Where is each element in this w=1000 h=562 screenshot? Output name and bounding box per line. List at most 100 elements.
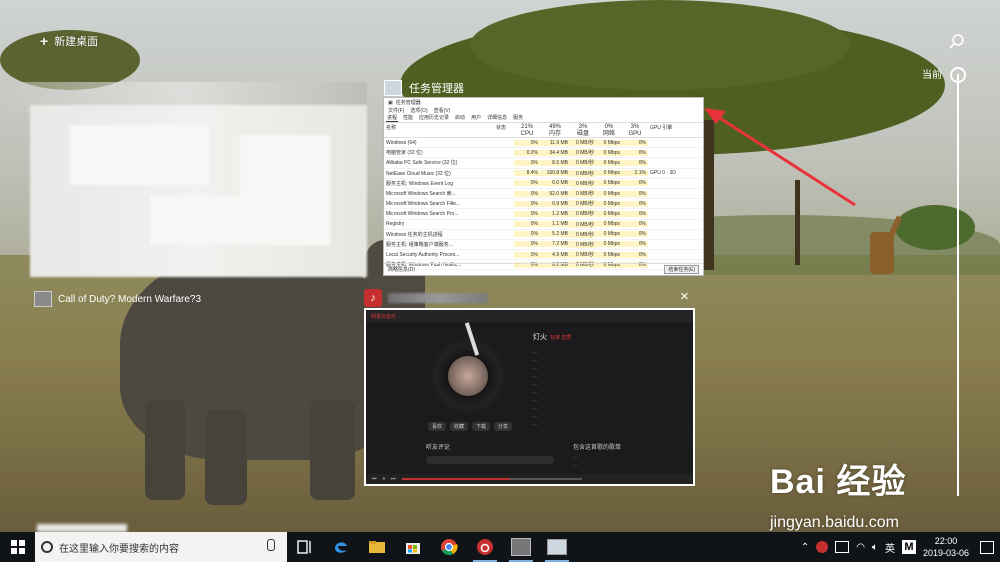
col-header-mem-pct: 49% [548,124,561,130]
taskbar-netease-music[interactable] [467,532,503,562]
tm-tab[interactable]: 启动 [454,114,466,122]
tm-tab[interactable]: 用户 [470,114,482,122]
wifi-icon[interactable]: ◠ [856,542,865,553]
netease-tray-icon[interactable] [816,541,829,553]
process-mem: 4.9 MB [540,251,570,258]
col-header-net[interactable]: 0% 网络 [596,123,622,137]
col-header-net-pct: 0% [604,124,614,130]
window-thumbnail-game[interactable] [30,105,367,277]
lyric-line: ... [533,389,538,395]
window-thumbnail-music[interactable]: 网易云音乐 喜欢 收藏 下载 分享 灯火 标准 音质 ..............… [364,308,695,486]
col-header-status[interactable]: 状态 [494,123,514,137]
tm-menu-item[interactable]: 选项(O) [410,107,427,114]
share-button[interactable]: 分享 [494,422,513,431]
col-header-cpu[interactable]: 21% CPU [514,123,540,137]
col-header-disk[interactable]: 3% 磁盘 [570,123,596,137]
chrome-icon [441,539,458,556]
tm-menu-item[interactable]: 查看(V) [434,107,451,114]
similar-playlist-list[interactable]: ... ... [573,453,653,469]
collect-button[interactable]: 收藏 [450,422,469,431]
lyric-line: ... [533,357,538,363]
window-caption-music[interactable]: ♪ [364,288,695,308]
end-task-button[interactable]: 结束任务(E) [664,265,699,274]
download-button[interactable]: 下载 [472,422,491,431]
col-header-disk-pct: 3% [578,124,588,130]
blurred-block [70,125,210,185]
microphone-icon[interactable] [267,539,275,551]
tm-tab[interactable]: 详细信息 [486,114,508,122]
tm-process-row[interactable]: Microsoft Windows Search Filte... 0% 0.9 M… [384,199,703,210]
tm-process-row[interactable]: 服务主机: 组策略客户端服务... 0% 7.2 MB 0 MB/秒 0 Mbps 0% [384,240,703,251]
input-language[interactable]: 英 [885,540,895,555]
new-desktop-button[interactable]: + 新建桌面 [40,33,98,49]
cortana-icon [41,541,53,553]
taskbar-store[interactable] [395,532,431,562]
fewer-details-link[interactable]: 简略信息(D) [388,266,415,273]
tm-process-row[interactable]: Microsoft Windows Search 索... 0% 92.0 MB 0 … [384,189,703,200]
window-caption-game[interactable]: Call of Duty? Modern Warfare?3 [34,291,201,307]
taskbar-file-explorer[interactable] [359,532,395,562]
process-cpu: 0% [514,200,540,207]
process-net: 0 Mbps [596,200,622,207]
progress-bar[interactable] [401,478,582,480]
close-icon[interactable]: × [680,289,689,304]
tm-process-row[interactable]: 电脑管家 (32 位) 0.2% 34.4 MB 0 MB/秒 0 Mbps 0% [384,148,703,159]
prev-icon[interactable]: ⏮ [372,476,377,482]
timeline-scrollbar[interactable] [957,74,959,496]
taskbar-chrome[interactable] [431,532,467,562]
pause-icon[interactable]: ⏸ [383,476,386,482]
task-view-button[interactable] [287,532,323,562]
col-header-name[interactable]: 名称 [384,123,494,137]
notification-icon[interactable] [980,540,994,554]
process-name: Microsoft Windows Search 索... [386,191,456,198]
tm-tabs: 进程 性能 应用历史记录 启动 用户 详细信息 服务 [384,114,703,123]
taskbar-task-manager[interactable] [539,532,575,562]
tm-process-row[interactable]: Windows 任务的主机进程 0% 5.2 MB 0 MB/秒 0 Mbps 0% [384,230,703,240]
next-icon[interactable]: ⏭ [391,476,396,482]
watermark-text: Bai 经验 [770,463,907,501]
process-disk: 0 MB/秒 [570,190,596,198]
col-header-gpu-engine[interactable]: GPU 引擎 [648,123,703,137]
tm-tab[interactable]: 进程 [386,114,399,122]
tm-process-row[interactable]: Alibaba PC Safe Service (32 位) 0% 8.6 MB 0 … [384,158,703,169]
taskbar-game[interactable] [503,532,539,562]
process-disk: 0 MB/秒 [570,149,596,157]
tray-app-icon[interactable] [835,541,850,553]
tm-process-row[interactable]: Registry 0% 1.1 MB 0 MB/秒 0 Mbps 0% [384,220,703,230]
tm-tab[interactable]: 性能 [402,114,414,122]
tm-tab[interactable]: 应用历史记录 [418,114,450,122]
col-header-gpu[interactable]: 3% GPU [622,123,648,137]
taskbar-edge[interactable] [323,532,359,562]
col-header-mem[interactable]: 49% 内存 [540,123,570,137]
like-button[interactable]: 喜欢 [428,422,447,431]
tm-process-list: Windows (64) 0% 11.9 MB 0 MB/秒 0 Mbps 0% 电脑管家 … [384,138,703,271]
giraffe [870,232,894,274]
clock-date: 2019-03-06 [922,548,969,558]
windows-logo-icon [10,540,25,554]
tm-process-row[interactable]: Windows (64) 0% 11.9 MB 0 MB/秒 0 Mbps 0% [384,138,703,149]
window-thumbnail-task-manager[interactable]: ▣ 任务管理器 文件(F) 选项(O) 查看(V) 进程 性能 应用历史记录 启… [383,97,704,276]
tm-process-row[interactable]: 服务主机: Windows Event Log 0% 6.0 MB 0 MB/秒 0 M… [384,179,703,189]
ime-badge[interactable]: M [901,540,916,554]
chevron-up-icon[interactable]: ⌃ [801,542,809,553]
clock[interactable]: 22:00 2019-03-06 [923,535,969,559]
window-caption-task-manager[interactable]: 任务管理器 [384,80,464,96]
tm-process-row[interactable]: Local Security Authority Proces... 0% 4.9 … [384,250,703,261]
process-disk: 0 MB/秒 [570,230,596,238]
timeline-knob[interactable] [950,67,966,83]
tm-menu-item[interactable]: 文件(F) [388,107,404,114]
start-button[interactable] [0,532,35,562]
tm-process-row[interactable]: NetEase Cloud Music (32 位) 8.4% 160.8 MB 0 … [384,169,703,179]
col-header-disk-label: 磁盘 [576,130,589,137]
lyric-line: ... [533,349,538,355]
similar-playlist-item[interactable]: ... [573,453,653,461]
volume-icon[interactable]: 🔈︎ [872,542,878,553]
search-icon[interactable] [948,33,966,51]
similar-playlist-item[interactable]: ... [573,461,653,469]
process-cpu: 0% [514,139,540,146]
tm-process-row[interactable]: Microsoft Windows Search Pro... 0% 1.2 MB 0… [384,209,703,220]
process-net: 0 Mbps [596,241,622,248]
tm-tab[interactable]: 服务 [512,114,524,122]
taskbar-search-box[interactable]: 在这里输入你要搜索的内容 [35,532,287,562]
comment-input[interactable] [426,456,554,464]
